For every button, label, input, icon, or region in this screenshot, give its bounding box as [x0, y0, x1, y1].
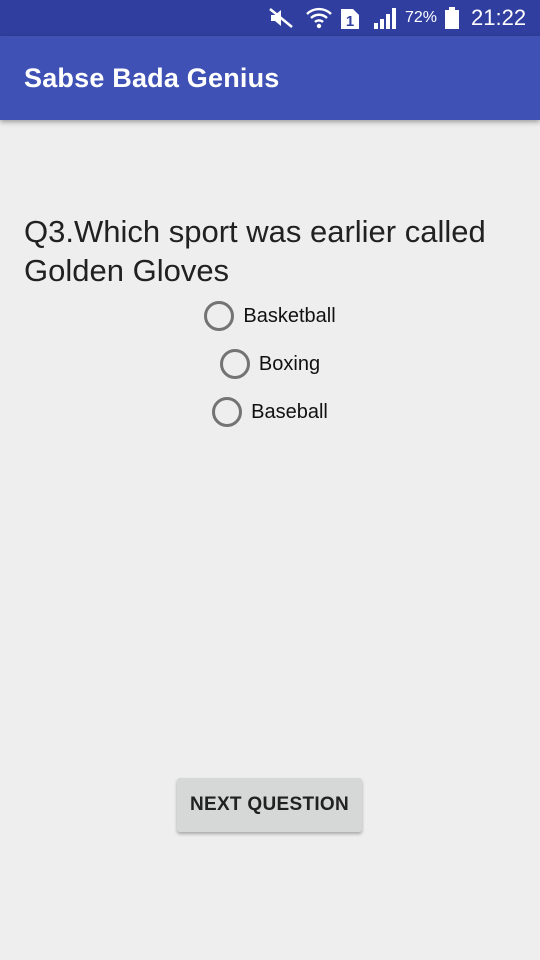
answer-options: Basketball Boxing Baseball [0, 292, 540, 436]
sim-1-icon: 1 [339, 0, 361, 36]
option-label: Basketball [243, 304, 336, 327]
status-clock: 21:22 [471, 5, 527, 30]
option-basketball[interactable]: Basketball [0, 292, 540, 340]
sim-badge: 1 [346, 13, 354, 30]
wifi-icon [305, 0, 333, 36]
next-question-button[interactable]: NEXT QUESTION [177, 778, 362, 832]
battery-icon [444, 0, 460, 36]
radio-button-baseball[interactable] [212, 397, 243, 427]
status-bar: 1 72% 21:22 [0, 0, 540, 36]
battery-percent: 72% [405, 9, 438, 26]
option-baseball[interactable]: Baseball [0, 388, 540, 436]
app-title: Sabse Bada Genius [24, 62, 280, 93]
option-boxing[interactable]: Boxing [0, 340, 540, 388]
radio-button-boxing[interactable] [219, 349, 250, 379]
option-label: Boxing [258, 352, 321, 375]
signal-icon [372, 0, 400, 36]
option-label: Baseball [251, 400, 328, 423]
radio-button-basketball[interactable] [204, 301, 235, 331]
app-bar: Sabse Bada Genius [0, 36, 540, 120]
mute-icon [268, 0, 294, 36]
question-text: Q3.Which sport was earlier called Golden… [24, 214, 486, 288]
